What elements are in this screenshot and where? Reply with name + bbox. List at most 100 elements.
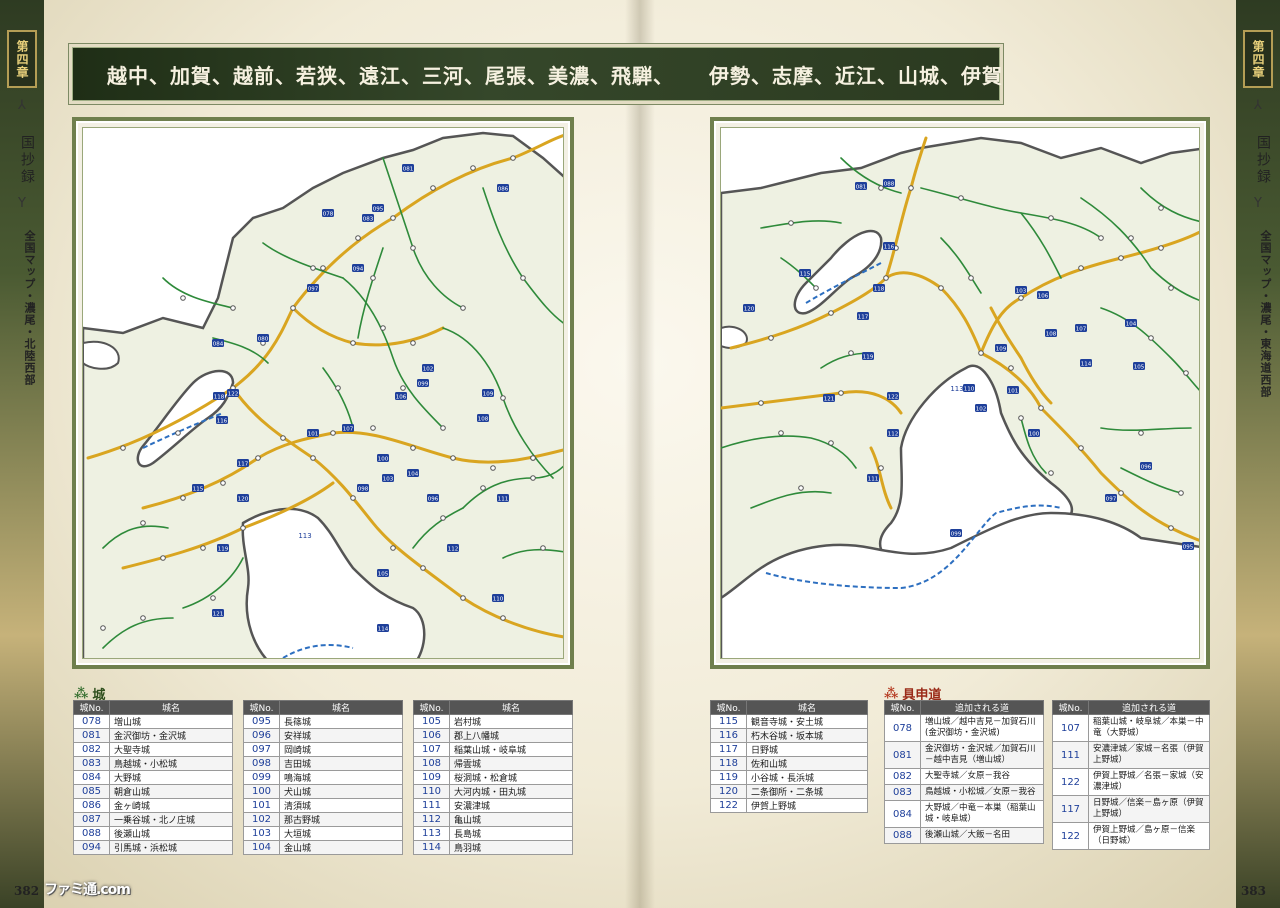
map-node	[1018, 415, 1024, 421]
castle-marker-label: 103	[383, 476, 394, 482]
castle-number: 110	[413, 784, 450, 799]
castle-name: 大垣城	[279, 826, 403, 841]
map-node	[460, 595, 466, 601]
castle-marker-label: 122	[888, 394, 899, 400]
map-node	[758, 400, 764, 406]
map-node	[390, 545, 396, 551]
castle-number: 104	[243, 840, 280, 855]
map-node	[1168, 285, 1174, 291]
castle-number: 111	[1052, 741, 1089, 769]
castle-name: 引馬城・浜松城	[109, 840, 233, 855]
castle-number: 112	[413, 812, 450, 827]
castle-marker-label: 102	[976, 406, 987, 412]
castle-marker-label: 116	[217, 418, 228, 424]
map-node	[510, 155, 516, 161]
map-node	[160, 555, 166, 561]
castle-name: 大河内城・田丸城	[449, 784, 573, 799]
castle-name: 清須城	[279, 798, 403, 813]
castle-marker-label: 094	[353, 266, 364, 272]
map-node	[878, 185, 884, 191]
map-left: 081 078 095 083 094 097 084 080 118 116 115 117 120 1…	[83, 128, 563, 658]
table-row: 088 後瀬山城	[73, 826, 233, 841]
castle-name: 大聖寺城／女原－我谷	[920, 768, 1044, 785]
castle-number: 095	[243, 714, 280, 729]
table-row: 096 安祥城	[243, 728, 403, 743]
map-node	[460, 305, 466, 311]
map-node	[813, 285, 819, 291]
castle-113-label: 113	[298, 532, 311, 540]
map-node	[450, 455, 456, 461]
castle-number: 116	[710, 728, 747, 743]
castle-name: 後瀬山城	[109, 826, 233, 841]
castle-number: 083	[884, 784, 921, 801]
map-node	[1098, 235, 1104, 241]
castle-name: 二条御所・二条城	[746, 784, 868, 799]
castle-marker-label: 118	[214, 394, 225, 400]
castle-name: 郡上八幡城	[449, 728, 573, 743]
castle-number: 082	[73, 742, 110, 757]
castle-name: 一乗谷城・北ノ庄城	[109, 812, 233, 827]
castle-marker-label: 121	[824, 396, 835, 402]
castle-name: 増山城／越中吉見－加賀石川 (金沢御坊・金沢城)	[920, 714, 1044, 742]
castle-name: 金ヶ崎城	[109, 798, 233, 813]
castle-name: 亀山城	[449, 812, 573, 827]
castle-name: 大野城／中竜－本巣（稲葉山城・岐阜城）	[920, 800, 1044, 828]
table-row: 113 長島城	[413, 826, 573, 841]
col-header-no: 城No.	[413, 700, 450, 715]
ornament-icon: ⅄	[18, 98, 26, 113]
map-node	[420, 565, 426, 571]
castle-marker-label: 121	[213, 611, 224, 617]
castle-number: 083	[73, 756, 110, 771]
castle-number: 084	[73, 770, 110, 785]
castle-name: 帰雲城	[449, 756, 573, 771]
map-node	[1158, 205, 1164, 211]
castle-name: 朽木谷城・坂本城	[746, 728, 868, 743]
ornament-icon: Y	[1254, 196, 1262, 211]
castle-marker-label: 105	[1134, 364, 1145, 370]
castle-marker-label: 101	[1008, 388, 1019, 394]
castle-marker-label: 109	[996, 346, 1007, 352]
table-row: 120 二条御所・二条城	[710, 784, 868, 799]
castle-name: 那古野城	[279, 812, 403, 827]
castle-number: 084	[884, 800, 921, 828]
table-row: 101 清須城	[243, 798, 403, 813]
castle-name: 鳥羽城	[449, 840, 573, 855]
castle-marker-label: 102	[423, 366, 434, 372]
map-node	[1168, 525, 1174, 531]
castle-marker-label: 107	[343, 426, 354, 432]
title-provinces-left: 越中、加賀、越前、若狭、遠江、三河、尾張、美濃、飛騨、	[107, 64, 674, 88]
castle-marker-label: 098	[358, 486, 369, 492]
table-row: 085 朝倉山城	[73, 784, 233, 799]
table-row: 095 長篠城	[243, 714, 403, 729]
map-node	[410, 445, 416, 451]
castle-number: 122	[710, 798, 747, 813]
map-node	[140, 520, 146, 526]
castle-number: 078	[73, 714, 110, 729]
map-node	[355, 235, 361, 241]
castle-number: 111	[413, 798, 450, 813]
table-row: 119 小谷城・長浜城	[710, 770, 868, 785]
map-node	[280, 435, 286, 441]
castle-marker-label: 106	[1038, 293, 1049, 299]
col-header-no: 城No.	[73, 700, 110, 715]
col-header-name: 城名	[449, 700, 573, 715]
castle-name: 小谷城・長浜城	[746, 770, 868, 785]
castle-name: 岡崎城	[279, 742, 403, 757]
table-row: 082 大聖寺城	[73, 742, 233, 757]
page-number-left: 382	[14, 884, 40, 898]
castle-table-2: 城No. 城名 095 長篠城 096 安祥城 097 岡崎城 098 吉田城 099 鳴海城 10…	[243, 700, 403, 855]
castle-number: 106	[413, 728, 450, 743]
map-node	[180, 495, 186, 501]
castle-113-label: 113	[950, 385, 963, 393]
castle-marker-label: 080	[258, 336, 269, 342]
table-row: 117 日野城／信楽－島ヶ原（伊賀上野城）	[1052, 795, 1210, 823]
title-banner: 越中、加賀、越前、若狭、遠江、三河、尾張、美濃、飛騨、 伊勢、志摩、近江、山城、…	[72, 47, 1002, 101]
castle-marker-label: 112	[888, 431, 899, 437]
ornament-icon: ⅄	[1254, 98, 1262, 113]
map-node	[440, 425, 446, 431]
map-node	[480, 485, 486, 491]
map-node	[410, 245, 416, 251]
castle-name: 稲葉山城・岐阜城	[449, 742, 573, 757]
map-node	[1018, 295, 1024, 301]
castle-number: 105	[413, 714, 450, 729]
